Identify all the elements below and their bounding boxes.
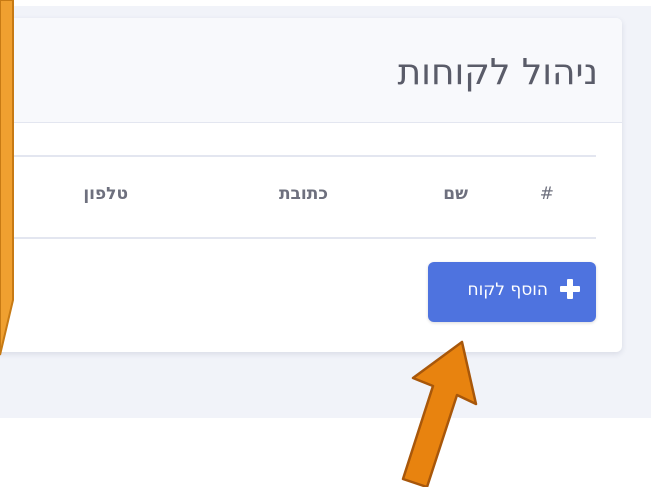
page-title: ניהול לקוחות <box>397 52 599 93</box>
customers-table-header: # שם כתובת טלפון <box>0 155 596 239</box>
column-header-number: # <box>539 184 554 204</box>
side-orange-polygon <box>0 0 14 356</box>
plus-icon <box>558 277 582 301</box>
top-strip <box>0 0 651 6</box>
column-header-address: כתובת <box>278 184 328 204</box>
add-customer-button[interactable]: הוסף לקוח <box>428 262 596 322</box>
side-orange-shape <box>0 0 14 356</box>
customers-card: ניהול לקוחות # שם כתובת טלפון הוסף לקוח <box>0 18 622 352</box>
column-header-phone: טלפון <box>83 184 128 204</box>
card-header: ניהול לקוחות <box>0 18 622 123</box>
column-header-name: שם <box>443 184 468 204</box>
add-customer-label: הוסף לקוח <box>467 280 548 300</box>
